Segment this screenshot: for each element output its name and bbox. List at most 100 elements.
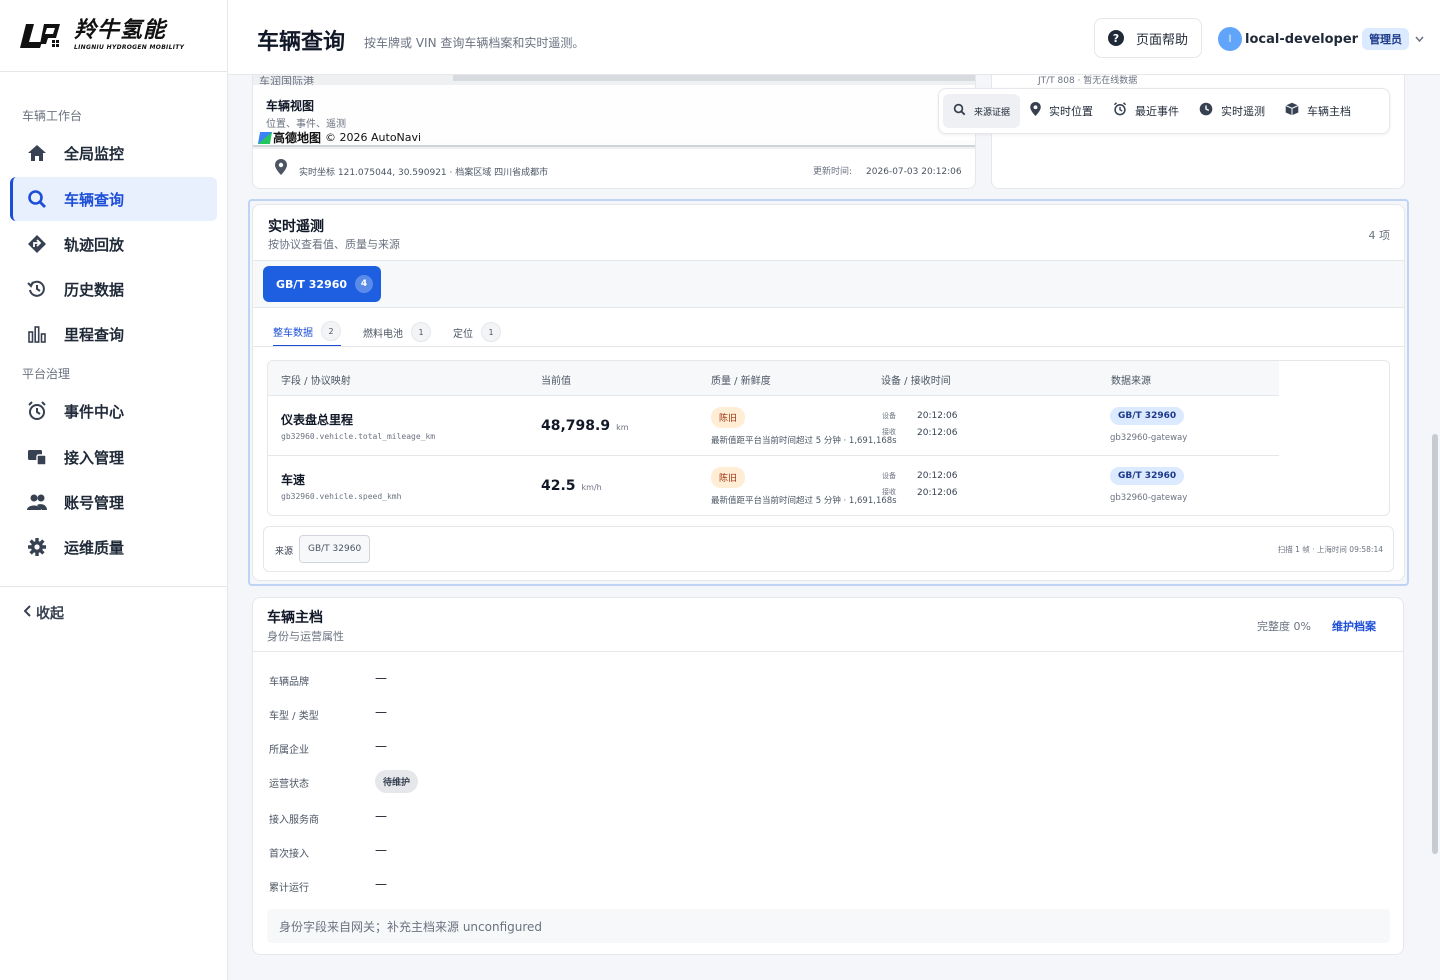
tab-label: 定位 bbox=[453, 328, 473, 340]
alarm-clock-icon bbox=[1113, 102, 1127, 120]
attr-label: 车型 / 类型 bbox=[269, 711, 319, 722]
alarm-clock-icon bbox=[26, 400, 48, 422]
tab-fuel-cell[interactable]: 燃料电池 1 bbox=[363, 317, 431, 347]
source-chip[interactable]: GB/T 32960 bbox=[299, 535, 371, 563]
toolbar-recent-events[interactable]: 最近事件 bbox=[1103, 94, 1189, 128]
nav-group-workbench: 车辆工作台 bbox=[22, 109, 83, 123]
help-label: 页面帮助 bbox=[1135, 32, 1188, 48]
sidebar-item-mileage-query[interactable]: 里程查询 bbox=[10, 312, 217, 356]
sidebar-item-history-data[interactable]: 历史数据 bbox=[10, 267, 217, 311]
sidebar-item-event-center[interactable]: 事件中心 bbox=[10, 389, 217, 433]
source-gateway: gb32960-gateway bbox=[1110, 493, 1188, 503]
table-row[interactable]: 车速 gb32960.vehicle.speed_kmh 42.5 km/h 陈旧… bbox=[268, 456, 1279, 515]
chevron-down-icon bbox=[1415, 34, 1424, 45]
attr-value: — bbox=[375, 877, 387, 891]
attr-value: — bbox=[375, 671, 387, 685]
map-copyright: © 2026 AutoNavi bbox=[325, 131, 422, 144]
sidebar-item-track-replay[interactable]: 轨迹回放 bbox=[10, 222, 217, 266]
source-label: 来源 bbox=[275, 547, 294, 557]
field-value: 48,798.9 km bbox=[541, 418, 629, 434]
telemetry-card: 实时遥测 按协议查看值、质量与来源 4 项 GB/T 32960 4 整车数据 … bbox=[252, 204, 1405, 581]
tab-count: 1 bbox=[481, 322, 501, 342]
attr-label: 首次接入 bbox=[269, 849, 309, 860]
toolbar-vehicle-master[interactable]: 车辆主档 bbox=[1275, 94, 1361, 128]
device-label: 设备 bbox=[882, 472, 896, 480]
protocol-label: GB/T 32960 bbox=[276, 277, 348, 291]
search-icon bbox=[953, 103, 966, 120]
field-name: 车速 bbox=[281, 473, 306, 487]
updated-value: 2026-07-03 20:12:06 bbox=[866, 167, 962, 177]
page-scrollbar[interactable] bbox=[1432, 434, 1438, 854]
nav-group-governance: 平台治理 bbox=[22, 367, 71, 381]
maintain-record-link[interactable]: 维护档案 bbox=[1332, 618, 1376, 634]
telemetry-title: 实时遥测 bbox=[268, 219, 324, 235]
field-key: gb32960.vehicle.speed_kmh bbox=[281, 492, 402, 501]
source-badge: GB/T 32960 bbox=[1110, 467, 1185, 485]
page-title: 车辆查询 bbox=[257, 30, 346, 55]
tab-positioning[interactable]: 定位 1 bbox=[453, 317, 501, 347]
help-icon: ? bbox=[1107, 30, 1124, 46]
sidebar-divider bbox=[0, 586, 228, 587]
tab-vehicle-data[interactable]: 整车数据 2 bbox=[273, 317, 341, 347]
field-name: 仪表盘总里程 bbox=[281, 413, 354, 427]
sidebar-item-label: 轨迹回放 bbox=[64, 235, 125, 254]
amap-brand: 高德地图 bbox=[273, 131, 322, 145]
tab-label: 燃料电池 bbox=[363, 328, 403, 340]
device-time: 20:12:06 bbox=[917, 411, 958, 421]
route-icon bbox=[26, 233, 48, 255]
brand-name-cn: 羚牛氢能 bbox=[74, 18, 167, 43]
brand-logo[interactable]: 羚牛氢能 LINGNIU HYDROGEN MOBILITY bbox=[0, 0, 227, 72]
status-badge: 待维护 bbox=[375, 770, 419, 793]
protocol-strip: GB/T 32960 4 bbox=[253, 260, 1404, 308]
pin-icon bbox=[1030, 102, 1041, 120]
tab-count: 1 bbox=[411, 322, 431, 342]
column-header: 字段 / 协议映射 bbox=[281, 376, 351, 387]
attr-value: — bbox=[375, 705, 387, 719]
sidebar: 羚牛氢能 LINGNIU HYDROGEN MOBILITY 车辆工作台 全局监… bbox=[0, 0, 228, 980]
value-unit: km/h bbox=[581, 483, 602, 492]
brand-name-en: LINGNIU HYDROGEN MOBILITY bbox=[74, 44, 185, 51]
bar-chart-icon bbox=[26, 323, 48, 345]
amap-logo-icon bbox=[257, 131, 273, 144]
toolbar-realtime-location[interactable]: 实时位置 bbox=[1020, 94, 1103, 128]
tabs-divider bbox=[253, 346, 1404, 347]
attr-value: — bbox=[375, 809, 387, 823]
stale-badge: 陈旧 bbox=[711, 407, 746, 428]
user-menu[interactable]: l local-developer 管理员 bbox=[1218, 27, 1424, 51]
source-gateway: gb32960-gateway bbox=[1110, 433, 1188, 443]
sidebar-item-label: 接入管理 bbox=[64, 448, 125, 467]
attr-label: 运营状态 bbox=[269, 779, 309, 790]
table-header: 字段 / 协议映射 当前值 质量 / 新鲜度 设备 / 接收时间 数据来源 bbox=[268, 361, 1279, 396]
sidebar-item-vehicle-query[interactable]: 车辆查询 bbox=[10, 177, 217, 221]
attr-value: — bbox=[375, 843, 387, 857]
section-toolbar: 来源证据 实时位置 最近事件 实时遥测 车辆主档 bbox=[938, 88, 1390, 134]
toolbar-source-evidence[interactable]: 来源证据 bbox=[943, 94, 1021, 128]
telemetry-table: 字段 / 协议映射 当前值 质量 / 新鲜度 设备 / 接收时间 数据来源 仪表… bbox=[267, 360, 1390, 516]
history-icon bbox=[26, 278, 48, 300]
toolbar-realtime-telemetry[interactable]: 实时遥测 bbox=[1189, 94, 1275, 128]
value-number: 48,798.9 bbox=[541, 418, 611, 434]
column-header: 当前值 bbox=[541, 376, 571, 387]
sidebar-item-ops-quality[interactable]: 运维质量 bbox=[10, 525, 217, 569]
protocol-gb32960-button[interactable]: GB/T 32960 4 bbox=[263, 266, 381, 302]
sidebar-item-label: 运维质量 bbox=[64, 538, 125, 557]
master-title: 车辆主档 bbox=[267, 610, 323, 626]
device-time: 20:12:06 bbox=[917, 471, 958, 481]
vehicle-view-subtitle: 位置、事件、遥测 bbox=[266, 119, 346, 130]
box-icon bbox=[1285, 102, 1299, 120]
clock-icon bbox=[1199, 102, 1213, 120]
attr-label: 车辆品牌 bbox=[269, 677, 309, 688]
page-help-button[interactable]: ? 页面帮助 bbox=[1094, 18, 1202, 58]
sidebar-item-label: 事件中心 bbox=[64, 402, 125, 421]
value-number: 42.5 bbox=[541, 478, 576, 494]
receive-label: 接收 bbox=[882, 488, 896, 496]
attr-label: 接入服务商 bbox=[269, 815, 319, 826]
sidebar-item-access-management[interactable]: 接入管理 bbox=[10, 435, 217, 479]
sidebar-item-account-management[interactable]: 账号管理 bbox=[10, 480, 217, 524]
freshness-description: 最新值距平台当前时间超过 5 分钟 · 1,691,168s bbox=[711, 496, 897, 506]
table-row[interactable]: 仪表盘总里程 gb32960.vehicle.total_mileage_km … bbox=[268, 396, 1279, 456]
sidebar-item-global-monitor[interactable]: 全局监控 bbox=[10, 131, 217, 175]
freshness-description: 最新值距平台当前时间超过 5 分钟 · 1,691,168s bbox=[711, 436, 897, 446]
collapse-sidebar-button[interactable]: 收起 bbox=[23, 603, 64, 623]
map-footer: 实时坐标 121.075044, 30.590921 · 档案区域 四川省成都市… bbox=[253, 149, 975, 188]
